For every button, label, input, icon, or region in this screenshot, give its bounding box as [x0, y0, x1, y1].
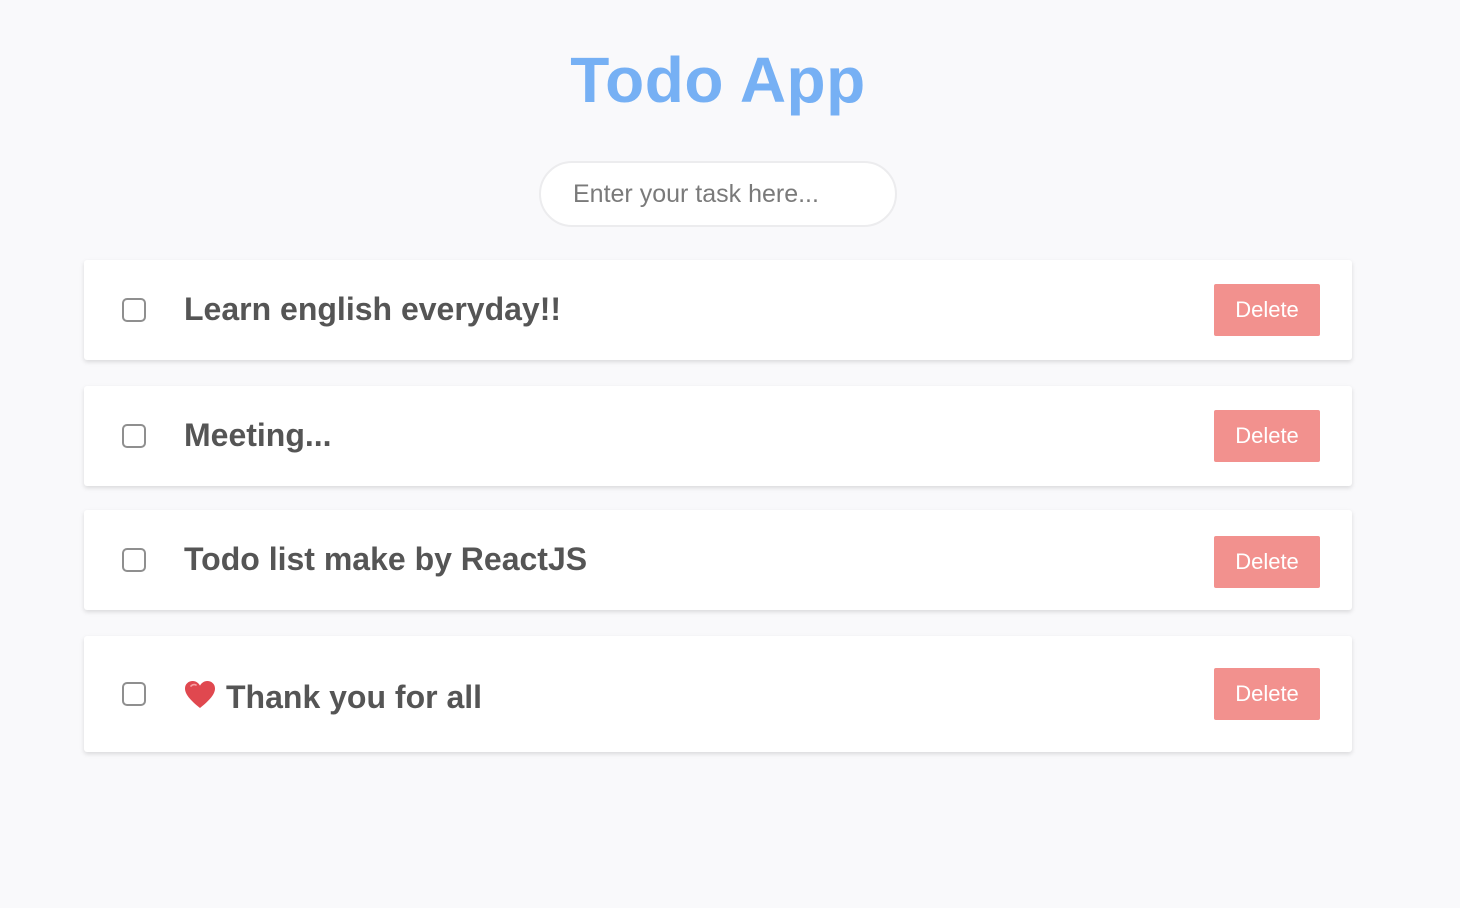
todo-item: Meeting... Delete	[84, 386, 1352, 486]
delete-button[interactable]: Delete	[1214, 410, 1320, 462]
todo-item: Learn english everyday!! Delete	[84, 260, 1352, 360]
todo-checkbox[interactable]	[122, 298, 146, 322]
todo-text-row: Thank you for all	[184, 678, 482, 716]
delete-button[interactable]: Delete	[1214, 536, 1320, 588]
todo-text: Meeting...	[184, 417, 332, 453]
todo-checkbox[interactable]	[122, 424, 146, 448]
todo-checkbox[interactable]	[122, 548, 146, 572]
task-input[interactable]	[539, 161, 897, 227]
todo-text: Learn english everyday!!	[184, 291, 562, 327]
todo-item: Todo list make by ReactJS Delete	[84, 510, 1352, 610]
app-title: Todo App	[570, 44, 866, 116]
todo-text: Todo list make by ReactJS	[184, 541, 588, 577]
todo-item: Thank you for all Delete	[84, 636, 1352, 752]
todo-text: Thank you for all	[226, 679, 483, 715]
todo-checkbox[interactable]	[122, 682, 146, 706]
delete-button[interactable]: Delete	[1214, 284, 1320, 336]
heart-icon	[185, 681, 215, 708]
delete-button[interactable]: Delete	[1214, 668, 1320, 720]
